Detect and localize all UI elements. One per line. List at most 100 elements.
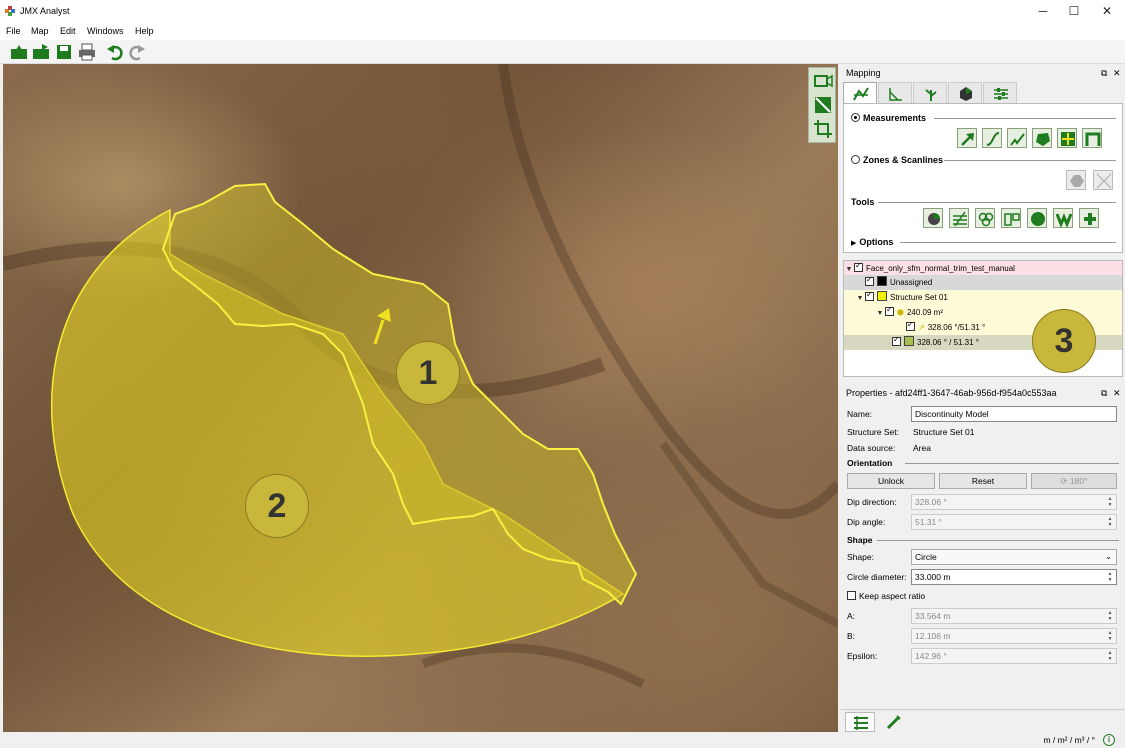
tree-row-root[interactable]: ▼Face_only_sfm_normal_trim_test_manual — [844, 260, 1122, 276]
spinner-arrows-icon[interactable]: ▲ ▼ — [1106, 571, 1114, 583]
menu-edit[interactable]: Edit — [60, 26, 76, 36]
callout-marker-3: 3 — [1032, 309, 1096, 373]
spinner-arrows-icon[interactable]: ▲ ▼ — [1106, 516, 1114, 528]
visibility-checkbox[interactable] — [906, 319, 915, 331]
visibility-checkbox[interactable] — [865, 289, 874, 301]
tab-measure[interactable] — [843, 82, 877, 104]
tab-vegetation[interactable] — [913, 82, 947, 104]
divider — [944, 160, 1116, 161]
scanline-icon — [1096, 173, 1112, 189]
collapse-arrow-icon[interactable]: ▼ — [855, 291, 865, 306]
close-panel-button[interactable]: ✕ — [1113, 385, 1121, 401]
color-swatch — [877, 276, 887, 286]
polygon-area-icon: ⬢ — [897, 308, 904, 317]
menu-map[interactable]: Map — [31, 26, 49, 36]
sphere-tool-button[interactable] — [923, 208, 943, 228]
spinner-arrows-icon[interactable]: ▲ ▼ — [1106, 496, 1114, 508]
camera-button[interactable] — [813, 71, 833, 91]
save-icon — [57, 45, 71, 59]
planes-tool-button[interactable] — [949, 208, 969, 228]
polygon-measure-button[interactable] — [1032, 128, 1052, 148]
zone-polygon-button[interactable] — [1066, 170, 1086, 190]
keep-aspect-option[interactable]: Keep aspect ratio — [847, 591, 925, 601]
root-layer-label: Face_only_sfm_normal_trim_test_manual — [866, 264, 1015, 273]
dip-direction-value: 328.06 ° — [915, 497, 947, 507]
minimize-button[interactable]: ─ — [1028, 2, 1058, 20]
reset-button[interactable]: Reset — [939, 473, 1027, 489]
undock-button[interactable]: ⧉ — [1101, 385, 1107, 401]
rotate-180-button[interactable]: ⟳ 180° — [1031, 473, 1117, 489]
tree-row-unassigned[interactable]: Unassigned — [844, 274, 1122, 290]
name-field[interactable]: Discontinuity Model — [911, 406, 1117, 422]
redo-button[interactable] — [128, 43, 146, 61]
divider — [877, 540, 1119, 541]
mapping-panel-body: Measurements Zones & Scanlines Tools ▶ Op… — [843, 103, 1123, 253]
layout-tool-button[interactable] — [1001, 208, 1021, 228]
list-icon — [854, 716, 868, 730]
undock-button[interactable]: ⧉ — [1101, 65, 1107, 81]
menu-file[interactable]: File — [6, 26, 21, 36]
close-panel-button[interactable]: ✕ — [1113, 65, 1121, 81]
cross-measure-button[interactable] — [1057, 128, 1077, 148]
fill-shape-tool-button[interactable] — [1027, 208, 1047, 228]
color-swatch — [877, 291, 887, 301]
visibility-checkbox[interactable] — [885, 304, 894, 316]
zones-radio[interactable] — [851, 155, 860, 164]
visibility-checkbox[interactable] — [854, 260, 863, 272]
b-field[interactable]: 12.106 m ▲ ▼ — [911, 628, 1117, 644]
trace-icon — [1010, 133, 1025, 146]
scanline-button[interactable] — [1093, 170, 1113, 190]
info-icon[interactable]: i — [1103, 734, 1115, 746]
close-button[interactable]: ✕ — [1092, 2, 1122, 20]
data-source-label: Data source: — [847, 443, 896, 453]
b-value: 12.106 m — [915, 631, 951, 641]
dip-angle-value: 51.31 ° — [915, 517, 943, 527]
diameter-field[interactable]: 33.000 m ▲ ▼ — [911, 569, 1117, 585]
menu-help[interactable]: Help — [135, 26, 154, 36]
diagonal-view-button[interactable] — [813, 95, 833, 115]
tab-settings[interactable] — [983, 82, 1017, 104]
a-label: A: — [847, 611, 856, 621]
epsilon-field[interactable]: 142.96 ° ▲ ▼ — [911, 648, 1117, 664]
maximize-button[interactable]: ☐ — [1059, 2, 1089, 20]
visibility-checkbox[interactable] — [865, 274, 874, 286]
unlock-button[interactable]: Unlock — [847, 473, 935, 489]
a-field[interactable]: 33.564 m ▲ ▼ — [911, 608, 1117, 624]
dip-direction-field[interactable]: 328.06 ° ▲ ▼ — [911, 494, 1117, 510]
open-project-button[interactable] — [10, 43, 28, 61]
fold-tool-button[interactable] — [1053, 208, 1073, 228]
dip-angle-field[interactable]: 51.31 ° ▲ ▼ — [911, 514, 1117, 530]
shape-select[interactable]: Circle ⌄ — [911, 549, 1117, 565]
tools-group: Tools — [851, 197, 874, 207]
tab-block[interactable] — [948, 82, 982, 104]
measurements-radio-group[interactable]: Measurements — [851, 113, 926, 123]
spinner-arrows-icon[interactable]: ▲ ▼ — [1106, 630, 1114, 642]
measure-lines-icon — [853, 87, 869, 101]
tab-annotations[interactable] — [879, 712, 909, 732]
add-tool-button[interactable] — [1079, 208, 1099, 228]
collapse-arrow-icon[interactable]: ▼ — [875, 306, 885, 321]
options-expander[interactable]: ▶ Options — [851, 237, 893, 247]
save-button[interactable] — [55, 43, 73, 61]
measurements-radio[interactable] — [851, 113, 860, 122]
tab-properties[interactable] — [845, 712, 875, 732]
cluster-tool-button[interactable] — [975, 208, 995, 228]
tab-angle[interactable] — [878, 82, 912, 104]
visibility-checkbox[interactable] — [892, 334, 901, 346]
keep-aspect-checkbox[interactable] — [847, 591, 856, 600]
crop-view-button[interactable] — [813, 119, 833, 139]
import-button[interactable] — [32, 43, 50, 61]
menu-windows[interactable]: Windows — [87, 26, 124, 36]
spinner-arrows-icon[interactable]: ▲ ▼ — [1106, 610, 1114, 622]
curve-measure-button[interactable] — [982, 128, 1002, 148]
model-viewport[interactable]: 1 2 — [3, 64, 838, 732]
print-button[interactable] — [78, 43, 96, 61]
zones-radio-group[interactable]: Zones & Scanlines — [851, 155, 943, 165]
undo-button[interactable] — [106, 43, 124, 61]
trace-measure-button[interactable] — [1007, 128, 1027, 148]
layer-tree[interactable]: ▼Face_only_sfm_normal_trim_test_manual U… — [843, 260, 1123, 377]
spinner-arrows-icon[interactable]: ▲ ▼ — [1106, 650, 1114, 662]
tree-row-structure-set[interactable]: ▼ Structure Set 01 — [844, 289, 1122, 306]
arrow-measure-button[interactable] — [957, 128, 977, 148]
arch-measure-button[interactable] — [1082, 128, 1102, 148]
